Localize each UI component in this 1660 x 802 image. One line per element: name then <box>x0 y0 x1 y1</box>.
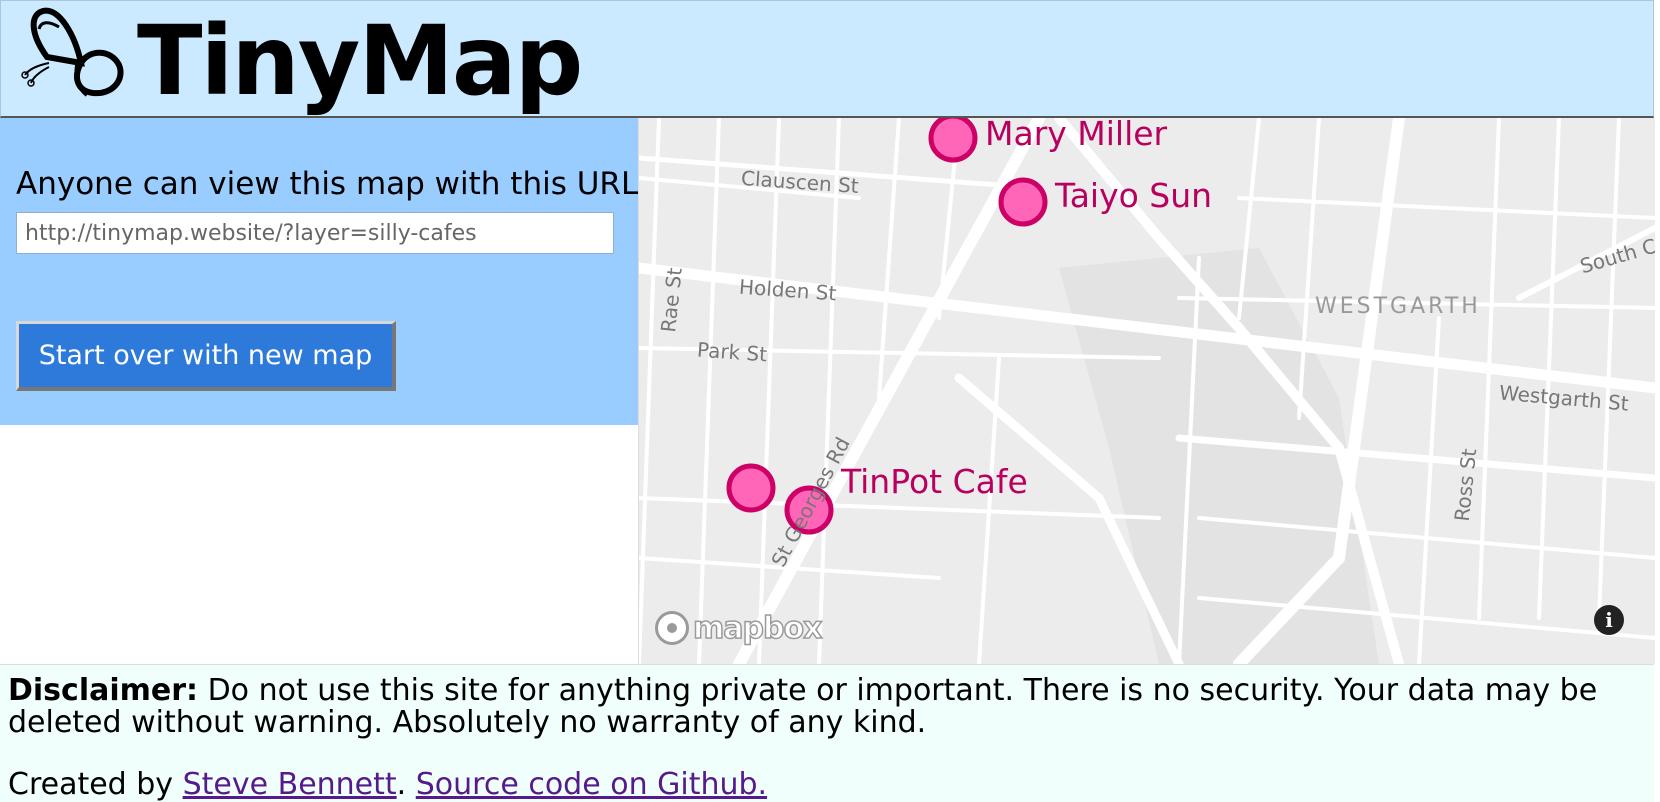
app-header: TinyMap <box>0 0 1654 118</box>
url-label: Anyone can view this map with this URL: <box>16 166 649 202</box>
butterfly-icon <box>21 7 124 97</box>
credit-line: Created by Steve Bennett. Source code on… <box>8 769 1646 801</box>
street-label-park: Park St <box>696 337 768 367</box>
source-code-link[interactable]: Source code on Github. <box>416 767 767 802</box>
marker-label-mary-miller[interactable]: Mary Miller <box>985 118 1167 153</box>
marker-label-taiyo-sun[interactable]: Taiyo Sun <box>1055 176 1212 215</box>
marker-label-tinpot-cafe[interactable]: TinPot Cafe <box>841 462 1028 501</box>
marker-unlabeled <box>726 463 776 513</box>
start-over-button[interactable]: Start over with new map <box>16 321 396 391</box>
mapbox-icon <box>655 611 689 645</box>
credit-separator: . <box>396 767 416 802</box>
info-icon[interactable]: i <box>1594 605 1624 635</box>
mapbox-wordmark: mapbox <box>692 610 823 647</box>
created-by-text: Created by <box>8 767 183 802</box>
share-panel: Anyone can view this map with this URL: … <box>0 118 649 425</box>
marker-mary-miller <box>928 118 978 163</box>
share-url-field[interactable] <box>16 212 614 254</box>
author-link[interactable]: Steve Bennett <box>183 767 397 802</box>
district-label: WESTGARTH <box>1315 294 1481 319</box>
marker-taiyo-sun <box>998 177 1048 227</box>
app-title: TinyMap <box>137 5 583 117</box>
mapbox-logo[interactable]: mapbox <box>655 608 823 648</box>
footer: Disclaimer: Do not use this site for any… <box>0 664 1654 802</box>
map-view[interactable]: Clauscen St Holden St Park St Rae St St … <box>638 118 1655 664</box>
disclaimer-label: Disclaimer: <box>8 673 199 708</box>
disclaimer-text: Do not use this site for anything privat… <box>8 673 1598 740</box>
disclaimer: Disclaimer: Do not use this site for any… <box>8 675 1646 739</box>
